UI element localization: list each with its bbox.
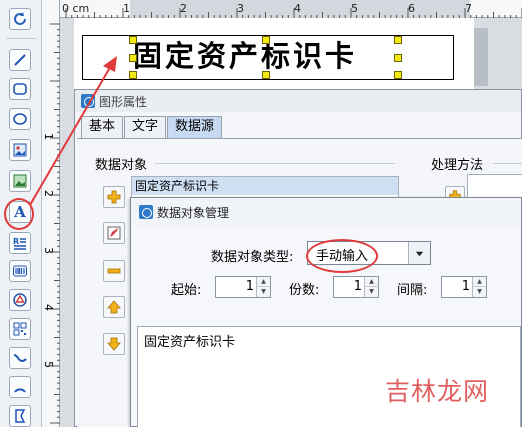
barcode-tool-icon[interactable]: [9, 260, 31, 282]
curve-tool-icon[interactable]: [9, 347, 31, 369]
resize-handle-br[interactable]: [394, 71, 402, 79]
hruler-mark-4: 4: [294, 2, 301, 15]
process-method-label: 处理方法: [431, 158, 484, 173]
hruler-mark-5: 5: [351, 2, 358, 15]
ruler-unit: 0 cm: [62, 2, 90, 15]
multiline-text-tool-icon[interactable]: R: [9, 232, 31, 254]
picture-tool-icon[interactable]: [9, 170, 31, 192]
start-stepper[interactable]: 1 ▲ ▼: [215, 276, 271, 298]
app-icon: [139, 205, 153, 219]
annotation-circle-manual-input: [306, 239, 378, 273]
line-tool-icon[interactable]: [9, 49, 31, 71]
resize-handle-tl[interactable]: [129, 36, 137, 44]
resize-handle-bc[interactable]: [262, 71, 270, 79]
interval-stepper[interactable]: 1 ▲ ▼: [441, 276, 487, 298]
vruler-mark-3: 3: [42, 247, 55, 254]
edit-object-button[interactable]: [103, 222, 125, 244]
group-divider: [493, 163, 522, 164]
data-object-type-label: 数据对象类型:: [211, 250, 294, 265]
start-label: 起始:: [171, 283, 202, 298]
tab-datasource[interactable]: 数据源: [167, 116, 223, 138]
rounded-rect-tool-icon[interactable]: [9, 78, 31, 100]
add-object-button[interactable]: [103, 186, 125, 208]
tab-text[interactable]: 文字: [124, 116, 167, 138]
hruler-mark-6: 6: [408, 2, 415, 15]
resize-handle-mr[interactable]: [394, 54, 402, 62]
count-stepper-arrows[interactable]: ▲ ▼: [364, 277, 378, 297]
group-divider: [155, 163, 395, 164]
refresh-tool-icon[interactable]: [9, 8, 31, 30]
svg-text:R: R: [13, 237, 19, 246]
image-tool-icon[interactable]: [9, 139, 31, 161]
data-object-manager-title: 数据对象管理: [157, 205, 230, 220]
vruler-mark-4: 4: [42, 304, 55, 311]
content-text: 固定资产标识卡: [144, 335, 236, 350]
start-value: 1: [245, 279, 254, 294]
hruler-mark-1: 1: [123, 2, 130, 15]
app-icon: [81, 94, 95, 108]
vruler-mark-2: 2: [42, 190, 55, 197]
interval-stepper-arrows[interactable]: ▲ ▼: [472, 277, 486, 297]
shape-tool-icon[interactable]: [9, 289, 31, 311]
move-down-button[interactable]: [103, 333, 125, 355]
chevron-down-icon[interactable]: [408, 242, 430, 264]
tab-basic[interactable]: 基本: [81, 116, 124, 138]
vertical-ruler: 1 2 3 4 5: [42, 0, 60, 427]
hruler-mark-3: 3: [237, 2, 244, 15]
remove-object-button[interactable]: [103, 260, 125, 282]
vruler-mark-1: 1: [42, 133, 55, 140]
annotation-circle-text-tool: [4, 198, 34, 230]
count-value: 1: [353, 279, 362, 294]
polygon-tool-icon[interactable]: [9, 405, 31, 427]
start-stepper-arrows[interactable]: ▲ ▼: [256, 277, 270, 297]
count-label: 份数:: [289, 283, 320, 298]
horizontal-ruler: 0 cm 1 2 3 4 5 6 7: [60, 0, 522, 18]
move-up-button[interactable]: [103, 296, 125, 318]
resize-handle-tc[interactable]: [262, 36, 270, 44]
list-item[interactable]: 固定资产标识卡: [132, 177, 398, 195]
interval-label: 间隔:: [397, 283, 428, 298]
sheet-edge-shadow: [474, 28, 488, 86]
shape-properties-titlebar[interactable]: 图形属性: [75, 90, 521, 112]
toolbar-divider: [6, 38, 36, 39]
interval-value: 1: [461, 279, 470, 294]
data-object-manager-titlebar[interactable]: 数据对象管理: [131, 198, 521, 226]
data-object-label: 数据对象: [95, 158, 148, 173]
vruler-mark-5: 5: [42, 361, 55, 368]
arc-tool-icon[interactable]: [9, 376, 31, 398]
qrcode-tool-icon[interactable]: [9, 318, 31, 340]
resize-handle-tr[interactable]: [394, 36, 402, 44]
hruler-mark-2: 2: [180, 2, 187, 15]
resize-handle-ml[interactable]: [129, 54, 137, 62]
count-stepper[interactable]: 1 ▲ ▼: [333, 276, 379, 298]
watermark: 吉林龙网: [385, 377, 490, 406]
ellipse-tool-icon[interactable]: [9, 108, 31, 130]
hruler-mark-7: 7: [465, 2, 472, 15]
resize-handle-bl[interactable]: [129, 71, 137, 79]
property-tabs: 基本 文字 数据源: [81, 116, 223, 138]
shape-properties-title: 图形属性: [99, 94, 148, 109]
